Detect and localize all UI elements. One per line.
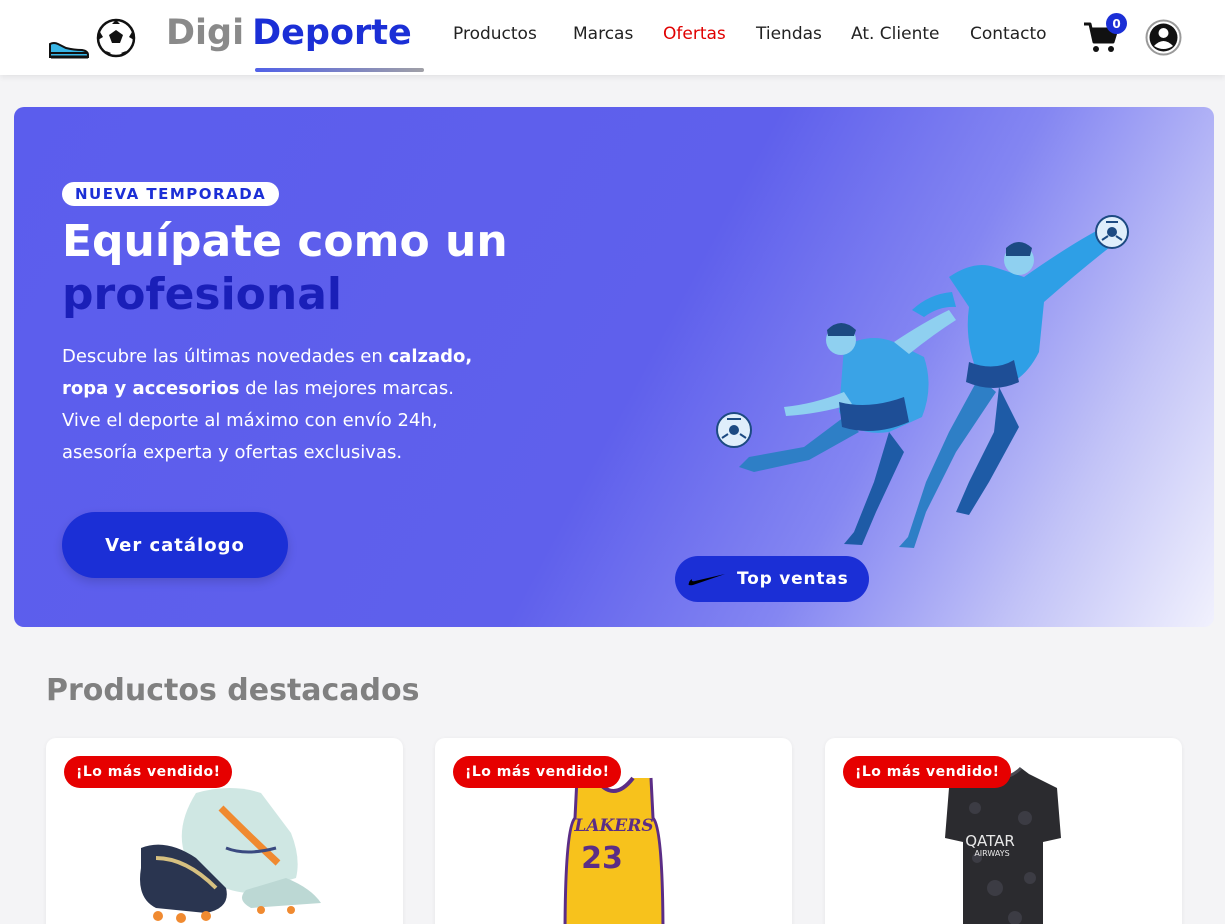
brand-logo[interactable]: Digi Deporte (166, 13, 412, 63)
nav-contacto[interactable]: Contacto (970, 24, 1047, 44)
featured-section-title: Productos destacados (46, 673, 420, 708)
nav-productos[interactable]: Productos (453, 24, 537, 44)
cart-count-badge: 0 (1106, 13, 1127, 34)
hero-title: Equípate como un profesional (62, 215, 508, 321)
hero-desc-bold1: calzado, (388, 346, 473, 367)
bestseller-badge: ¡Lo más vendido! (453, 756, 622, 788)
brand-underline (255, 68, 424, 72)
season-badge: NUEVA TEMPORADA (62, 182, 280, 206)
top-sales-badge[interactable]: Top ventas (675, 556, 869, 602)
nav-ofertas[interactable]: Ofertas (663, 24, 726, 44)
goalkeeper-figure (899, 215, 1129, 548)
product-card[interactable]: QATAR AIRWAYS ¡Lo más vendido! (825, 738, 1182, 924)
brand-part2: Deporte (252, 13, 412, 53)
hero-title-line1: Equípate como un (62, 216, 508, 267)
bestseller-badge: ¡Lo más vendido! (843, 756, 1012, 788)
shoe-icon (49, 42, 89, 59)
nav-at-cliente[interactable]: At. Cliente (851, 24, 939, 44)
hero-description: Descubre las últimas novedades en calzad… (62, 341, 542, 469)
brand-part1: Digi (166, 13, 245, 53)
jersey-sponsor-sub-text: AIRWAYS (974, 849, 1009, 858)
nav-marcas[interactable]: Marcas (573, 24, 633, 44)
nike-swoosh-icon (688, 574, 725, 586)
hero-desc-text4: asesoría experta y ofertas exclusivas. (62, 442, 403, 463)
view-catalog-button[interactable]: Ver catálogo (62, 512, 288, 578)
product-card[interactable]: LAKERS 23 ¡Lo más vendido! (435, 738, 792, 924)
hero-title-line2: profesional (62, 269, 343, 320)
hero-desc-text2: de las mejores marcas. (239, 378, 454, 399)
jersey-number-text: 23 (581, 841, 623, 876)
product-card[interactable]: ¡Lo más vendido! (46, 738, 403, 924)
soccer-ball-icon (96, 18, 136, 58)
top-sales-label: Top ventas (737, 569, 849, 589)
user-account-icon[interactable] (1145, 19, 1182, 56)
hero-desc-text1: Descubre las últimas novedades en (62, 346, 389, 367)
hero-banner: NUEVA TEMPORADA Equípate como un profesi… (14, 107, 1214, 627)
nav-tiendas[interactable]: Tiendas (756, 24, 822, 44)
hero-desc-text3: Vive el deporte al máximo con envío 24h, (62, 410, 438, 431)
bestseller-badge: ¡Lo más vendido! (64, 756, 233, 788)
jersey-team-text: LAKERS (573, 816, 653, 836)
soccer-players-illustration (716, 215, 1129, 548)
site-header: Digi Deporte Productos Marcas Ofertas Ti… (0, 0, 1225, 75)
hero-desc-bold2: ropa y accesorios (62, 378, 240, 399)
jersey-sponsor-text: QATAR (965, 832, 1015, 850)
